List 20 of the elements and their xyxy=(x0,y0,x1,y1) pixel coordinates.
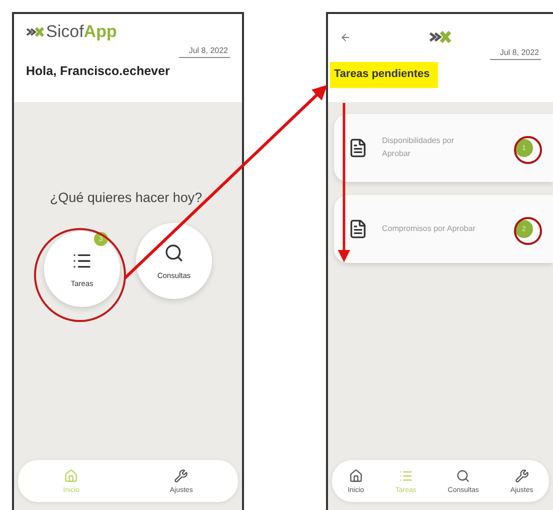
date-label: Jul 8, 2022 xyxy=(178,46,230,58)
document-icon xyxy=(348,219,368,239)
task-label: Disponibilidades por Aprobar xyxy=(382,135,456,160)
list-icon xyxy=(398,468,413,482)
date-label: Jul 8, 2022 xyxy=(490,48,541,60)
search-icon xyxy=(456,468,470,482)
wrench-icon xyxy=(174,468,188,482)
greeting: Hola, Francisco.echever xyxy=(26,64,171,78)
logo-icon xyxy=(26,27,44,37)
logo-icon xyxy=(429,30,451,44)
search-icon xyxy=(164,242,184,262)
prompt-text: ¿Qué quieres hacer hoy? xyxy=(50,190,202,205)
task-label: Compromisos por Aprobar xyxy=(382,222,476,235)
brand-name: SicofApp xyxy=(46,22,117,42)
document-icon xyxy=(348,138,368,158)
wrench-icon xyxy=(514,468,529,482)
home-icon xyxy=(64,468,78,482)
home-icon xyxy=(348,468,363,482)
page-title: Tareas pendientes xyxy=(330,62,438,88)
back-icon[interactable] xyxy=(340,32,351,42)
